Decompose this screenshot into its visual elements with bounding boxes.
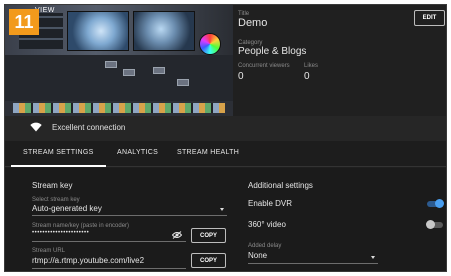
stream-url-underline [32, 268, 186, 269]
youtube-studio-panel: 11 VIEW Title Demo Category People & Blo… [4, 4, 447, 272]
stream-url-label: Stream URL [32, 248, 66, 254]
preview-toolbar [13, 103, 225, 113]
title-value: Demo [238, 17, 268, 29]
viewers-value: 0 [238, 71, 244, 82]
viewers-label: Concurrent viewers [238, 63, 290, 69]
video-360-label: 360° video [248, 220, 286, 229]
preview-node [153, 67, 165, 74]
added-delay-dropdown[interactable]: None [248, 251, 267, 260]
tab-analytics[interactable]: ANALYTICS [117, 149, 158, 156]
additional-settings-heading: Additional settings [248, 181, 313, 190]
chevron-down-icon[interactable] [220, 208, 224, 211]
enable-dvr-label: Enable DVR [248, 199, 293, 208]
tab-stream-health[interactable]: STREAM HEALTH [177, 149, 239, 156]
select-stream-key-label: Select stream key [32, 197, 80, 203]
toggle-knob [426, 220, 435, 229]
toggle-knob [435, 199, 444, 208]
select-underline [32, 215, 227, 216]
wifi-icon [30, 122, 42, 132]
category-value: People & Blogs [238, 46, 307, 57]
color-wheel-icon [199, 33, 221, 55]
chevron-down-icon[interactable] [371, 256, 375, 259]
connection-status-bar: Excellent connection [5, 116, 446, 141]
preview-node [105, 61, 117, 68]
stream-overview: 11 VIEW Title Demo Category People & Blo… [5, 5, 446, 141]
likes-value: 0 [304, 71, 310, 82]
added-delay-label: Added delay [248, 243, 282, 249]
preview-node [123, 69, 135, 76]
preview-node [177, 79, 189, 86]
stream-name-label: Stream name/key (paste in encoder) [32, 223, 130, 229]
preview-node-graph [5, 55, 233, 101]
likes-label: Likes [304, 63, 319, 69]
preview-viewer-left [67, 11, 129, 51]
stream-key-heading: Stream key [32, 181, 73, 190]
connection-status: Excellent connection [52, 123, 126, 132]
stream-name-underline [32, 241, 186, 242]
added-delay-underline [248, 263, 378, 264]
stream-name-field[interactable]: •••••••••••••••••••••• [32, 230, 89, 236]
stream-settings-panel: Stream key Select stream key Auto-genera… [5, 168, 446, 271]
step-number-badge: 11 [9, 9, 39, 35]
visibility-off-icon[interactable] [172, 231, 182, 239]
enable-dvr-toggle[interactable] [427, 199, 444, 208]
tab-stream-settings[interactable]: STREAM SETTINGS [11, 149, 106, 167]
settings-tabs: STREAM SETTINGS ANALYTICS STREAM HEALTH [5, 141, 446, 167]
copy-stream-key-button[interactable]: COPY [191, 228, 226, 243]
video-360-toggle[interactable] [426, 220, 443, 229]
stream-info: Title Demo Category People & Blogs Concu… [238, 11, 443, 87]
stream-url-field[interactable]: rtmp://a.rtmp.youtube.com/live2 [32, 256, 144, 265]
select-stream-key-dropdown[interactable]: Auto-generated key [32, 204, 102, 213]
edit-button[interactable]: EDIT [414, 10, 445, 26]
preview-viewer-right [133, 11, 195, 51]
copy-stream-url-button[interactable]: COPY [191, 253, 226, 268]
stream-preview [5, 5, 233, 116]
